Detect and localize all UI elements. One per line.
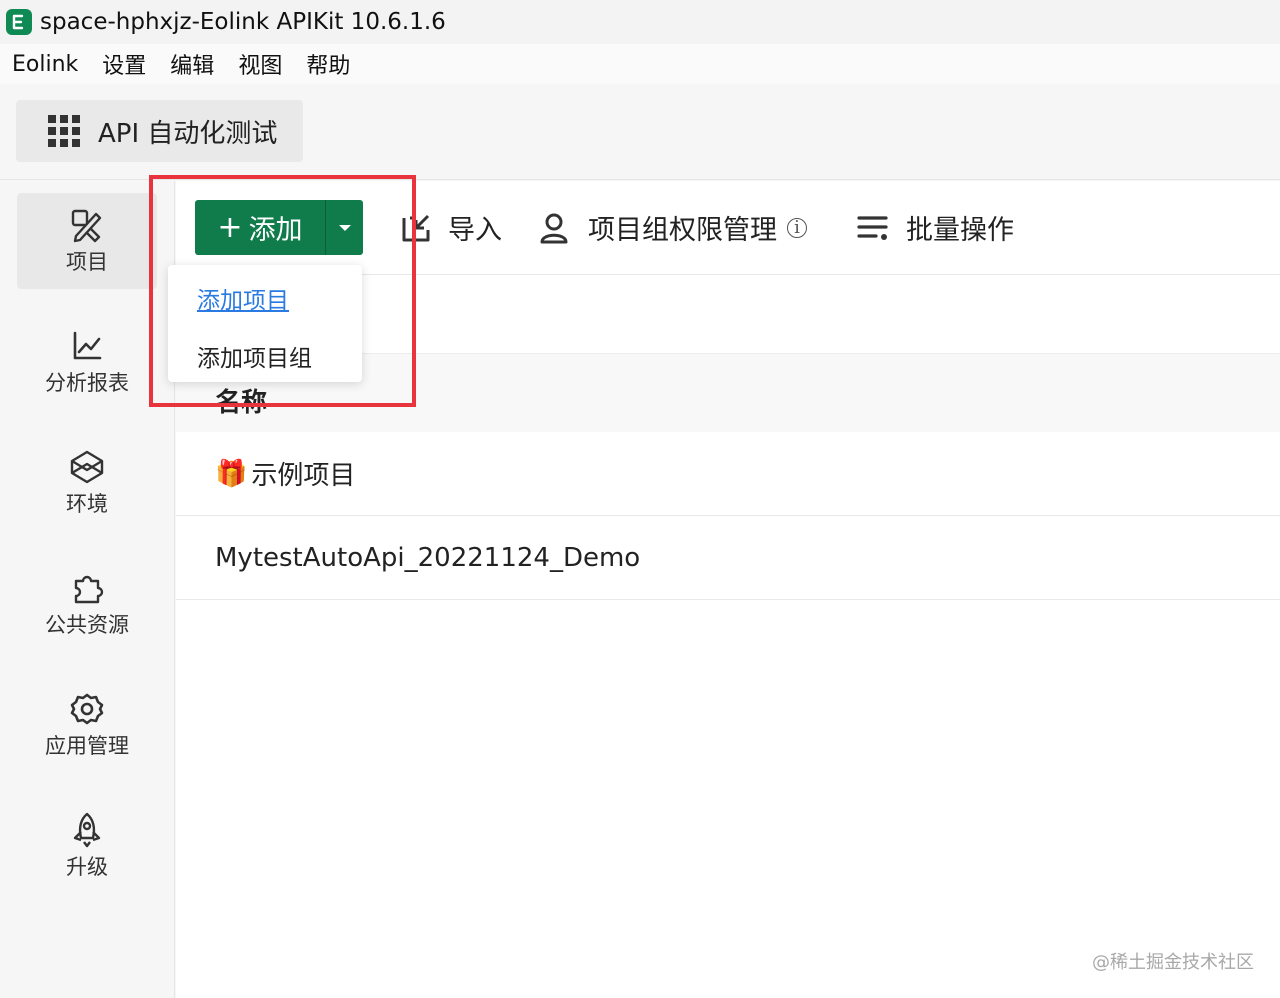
list-icon [857, 215, 888, 240]
menu-eolink[interactable]: Eolink [12, 52, 78, 77]
sidebar-item-public-resources[interactable]: 公共资源 [17, 556, 157, 652]
sidebar-item-label: 分析报表 [45, 371, 129, 395]
module-strip: API 自动化测试 [0, 84, 1280, 180]
chart-icon [73, 331, 102, 360]
sidebar-item-label: 公共资源 [45, 613, 129, 637]
menu-bar: Eolink 设置 编辑 视图 帮助 [0, 44, 1280, 84]
group-permission-label: 项目组权限管理 [588, 215, 777, 246]
sidebar-item-upgrade[interactable]: 升级 [17, 798, 157, 894]
menu-item-add-project-group[interactable]: 添加项目组 [197, 339, 312, 373]
rocket-icon [73, 812, 101, 848]
module-switcher-button[interactable]: API 自动化测试 [16, 100, 303, 162]
import-label: 导入 [448, 215, 502, 246]
table-row[interactable]: 🎁 示例项目 [176, 432, 1280, 516]
menu-item-add-project[interactable]: 添加项目 [197, 281, 289, 315]
gear-icon [70, 693, 104, 725]
toolbar: + 添加 导入 项目组权限管理 i 批量操作 [176, 181, 1280, 275]
sidebar-item-app-management[interactable]: 应用管理 [17, 677, 157, 773]
sidebar-item-label: 环境 [66, 492, 108, 516]
sidebar-item-label: 升级 [66, 855, 108, 879]
sidebar-item-project[interactable]: 项目 [17, 193, 157, 289]
caret-down-icon [338, 224, 351, 231]
group-permission-button[interactable]: 项目组权限管理 i [538, 208, 807, 247]
table-row[interactable]: MytestAutoApi_20221124_Demo [176, 516, 1280, 600]
menu-help[interactable]: 帮助 [306, 48, 350, 80]
watermark: @稀土掘金技术社区 [1092, 952, 1254, 973]
menu-view[interactable]: 视图 [238, 48, 282, 80]
sidebar-item-environment[interactable]: 环境 [17, 435, 157, 531]
project-icon [71, 209, 102, 243]
grid-icon [48, 115, 80, 147]
sidebar-item-label: 项目 [66, 250, 108, 274]
puzzle-icon [74, 575, 104, 604]
sidebar: 项目 分析报表 环境 公共资源 应用管理 升级 [0, 181, 175, 998]
batch-operation-label: 批量操作 [906, 215, 1014, 246]
menu-settings[interactable]: 设置 [102, 48, 146, 80]
row-name: 示例项目 [251, 461, 356, 491]
app-logo-icon [6, 9, 32, 35]
add-button[interactable]: + 添加 [195, 200, 326, 255]
sidebar-item-analytics[interactable]: 分析报表 [17, 314, 157, 410]
import-button[interactable]: 导入 [400, 208, 502, 247]
info-icon[interactable]: i [787, 217, 807, 238]
menu-edit[interactable]: 编辑 [170, 48, 214, 80]
window-title: space-hphxjz-Eolink APIKit 10.6.1.6 [40, 9, 446, 35]
plus-icon: + [217, 210, 243, 245]
environment-icon [70, 450, 104, 484]
row-name: MytestAutoApi_20221124_Demo [215, 542, 641, 573]
add-button-group: + 添加 [195, 200, 363, 255]
sidebar-item-label: 应用管理 [45, 734, 129, 758]
add-dropdown-toggle[interactable] [326, 200, 363, 255]
batch-operation-button[interactable]: 批量操作 [856, 208, 1014, 247]
column-name-header: 名称 [215, 388, 268, 418]
module-label: API 自动化测试 [98, 118, 278, 149]
title-bar: space-hphxjz-Eolink APIKit 10.6.1.6 [0, 0, 1280, 44]
add-button-label: 添加 [248, 215, 303, 246]
user-icon [540, 213, 568, 243]
gift-icon: 🎁 [215, 458, 248, 489]
import-icon [402, 214, 430, 241]
add-dropdown-menu: 添加项目 添加项目组 [168, 265, 362, 382]
